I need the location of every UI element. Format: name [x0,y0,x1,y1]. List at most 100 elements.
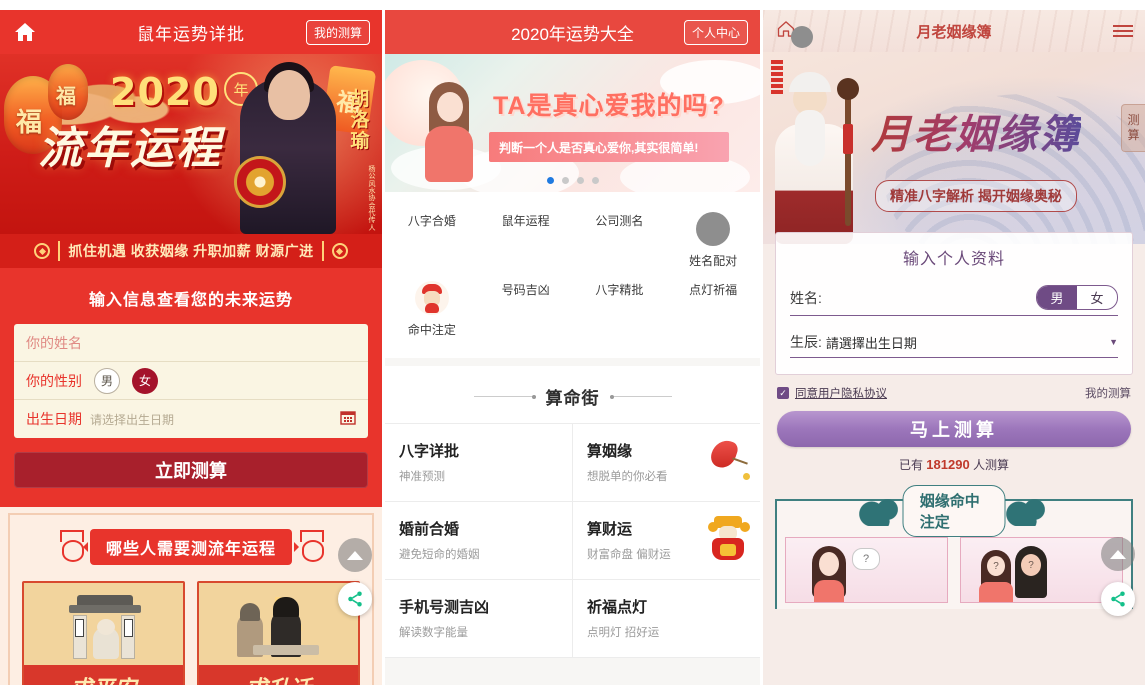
question-mark-man: ? [1021,554,1041,576]
wealth-god-icon [706,516,752,562]
share-button[interactable] [338,582,372,616]
carousel-title: TA是真心爱我的吗? [493,92,725,120]
birthdate-input[interactable]: 請選擇出生日期 [822,333,1109,352]
list-row: 婚前合婚 避免短命的婚姻 算财运 财富命盘 偏财运 [385,502,760,580]
list-item[interactable]: 婚前合婚 避免短命的婚姻 [385,502,572,580]
card-item[interactable]: 求升迁 [197,581,360,685]
grid-item-diandeng-qifu[interactable]: 点灯祈福 [666,275,760,344]
panel3-hero-banner[interactable]: 月老姻缘簿 精准八字解析 揭开姻缘奥秘 测算 [763,52,1145,244]
agree-checkbox[interactable]: ✓ [777,387,789,399]
form-title: 输入个人资料 [902,251,1005,268]
list-item-title: 八字详批 [399,443,460,460]
diamond-icon [331,243,348,259]
list-item[interactable]: 算姻缘 想脱单的你必看 [572,424,760,502]
list-item[interactable]: 祈福点灯 点明灯 招好运 [572,580,760,658]
panel3-header: 月老姻缘簿 [763,10,1145,52]
banner-year: 2020 [110,70,220,114]
service-grid-row: 八字合婚 鼠年运程 公司测名 姓名配对 [385,206,760,275]
gender-option-male[interactable]: 男 [1037,286,1077,309]
my-calculations-button[interactable]: 我的测算 [305,19,370,45]
list-item[interactable]: 算财运 财富命盘 偏财运 [572,502,760,580]
name-field-row[interactable]: 你的姓名 [14,324,368,362]
count-prefix: 已有 [898,458,923,472]
submit-button[interactable]: 马上测算 [777,411,1131,447]
gender-option-female[interactable]: 女 [132,367,158,394]
divider-line-left [473,394,536,399]
section-cards: ? ? ? [785,537,1123,603]
count-value: 181290 [926,457,970,472]
card-item[interactable]: 求平安 [22,581,185,685]
panel-marriage-book: 月老姻缘簿 月老姻缘簿 精准八字解析 揭开姻缘奥秘 测算 输入个人资料 姓名: [763,0,1145,685]
panel2-hero-carousel[interactable]: TA是真心爱我的吗? 判断一个人是否真心爱你,其实很简单! [385,54,760,192]
temple-illustration [24,583,183,669]
list-item-title: 祈福点灯 [587,599,648,616]
birthdate-input[interactable]: 请选择出生日期 [90,411,174,428]
gender-toggle[interactable]: 男 女 [1036,285,1118,310]
grid-item-haoma-jixiong[interactable]: 号码吉凶 [479,275,573,344]
question-mark-girl: ? [987,556,1005,576]
grid-item-shunian-yuncheng[interactable]: 鼠年运程 [479,206,573,275]
caret-down-icon[interactable]: ▼ [1109,337,1118,347]
gender-option-female[interactable]: 女 [1077,286,1117,309]
gender-field-row[interactable]: 你的性别 男 女 [14,362,368,400]
fortune-face-icon [414,281,449,315]
panel1-header: 鼠年运势详批 我的测算 [0,10,382,54]
page-title: 月老姻缘簿 [916,23,992,41]
name-input[interactable]: 你的姓名 [26,333,82,353]
grid-item-mingzhong-zhuding[interactable]: 命中注定 [385,275,479,344]
hamburger-menu-icon[interactable] [1113,22,1133,40]
grid-item-label: 命中注定 [407,323,456,337]
grey-circle-icon [696,212,731,246]
my-calculations-link[interactable]: 我的测算 [1085,385,1131,401]
grid-item-label: 八字合婚 [407,214,456,228]
name-field-row[interactable]: 姓名: 男 女 [790,285,1118,316]
side-calculate-tab[interactable]: 测算 [1121,104,1145,152]
service-grid: 八字合婚 鼠年运程 公司测名 姓名配对 命中注定 号码吉凶 八字精批 点灯祈福 [385,192,760,358]
list-item-subtitle: 神准预测 [399,471,445,483]
question-bubble: ? [852,548,880,570]
section-title: 姻缘命中注定 [902,485,1006,537]
grid-item-gongsi-ceming[interactable]: 公司测名 [573,206,667,275]
calendar-icon[interactable] [340,409,356,430]
carousel-dot-1[interactable] [546,177,554,184]
divider-title: 算命街 [545,389,600,408]
list-item-subtitle: 避免短命的婚姻 [399,549,480,561]
carousel-dot-2[interactable] [561,177,569,184]
share-button[interactable] [1101,582,1135,616]
cloud-ornament-icon [1005,496,1050,526]
carousel-dots[interactable] [385,177,760,184]
agreement-row: ✓ 同意用户隐私协议 我的测算 [763,375,1145,401]
cloud-ornament-icon [858,496,903,526]
birthdate-field-row[interactable]: 生辰: 請選擇出生日期 ▼ [790,332,1118,358]
fish-icon [706,436,752,484]
list-item-title: 婚前合婚 [399,521,460,538]
status-spacer [385,0,760,10]
grid-item-xingming-peidui[interactable]: 姓名配对 [666,206,760,275]
scholars-illustration [199,583,358,669]
chevron-up-icon [347,550,363,560]
carousel-dot-3[interactable] [576,177,584,184]
grid-item-bazi-hehun[interactable]: 八字合婚 [385,206,479,275]
scroll-to-top-button[interactable] [1101,537,1135,571]
scroll-to-top-button[interactable] [338,538,372,572]
card-single-girl[interactable]: ? [785,537,948,603]
gender-option-male[interactable]: 男 [94,367,120,394]
service-grid-row: 命中注定 号码吉凶 八字精批 点灯祈福 [385,275,760,344]
grid-item-bazi-jingpi[interactable]: 八字精批 [573,275,667,344]
master-subtitle: 杨公风水协会代传人 [368,166,376,232]
list-row: 手机号测吉凶 解读数字能量 祈福点灯 点明灯 招好运 [385,580,760,658]
count-suffix: 人测算 [973,458,1010,472]
birthdate-field-row[interactable]: 出生日期 请选择出生日期 [14,400,368,438]
list-item[interactable]: 八字详批 神准预测 [385,424,572,502]
banner-slogan-bar: 抓住机遇 收获姻缘 升职加薪 财源广进 [0,234,382,268]
agree-label[interactable]: 同意用户隐私协议 [795,385,887,401]
carousel-dot-4[interactable] [591,177,599,184]
master-name: 胡洛瑜 [350,89,370,152]
list-item[interactable]: 手机号测吉凶 解读数字能量 [385,580,572,658]
diamond-icon [34,243,51,259]
panel-fortune-detail: 鼠年运势详批 我的测算 福 福 福 2020 年 流年运程 分析 胡洛瑜 杨公风… [0,0,382,685]
submit-button[interactable]: 立即测算 [14,452,368,488]
personal-center-button[interactable]: 个人中心 [683,19,748,45]
card-couple[interactable]: ? ? [960,537,1123,603]
panel1-hero-banner[interactable]: 福 福 福 2020 年 流年运程 分析 胡洛瑜 杨公风水协会代传人 [0,54,382,234]
